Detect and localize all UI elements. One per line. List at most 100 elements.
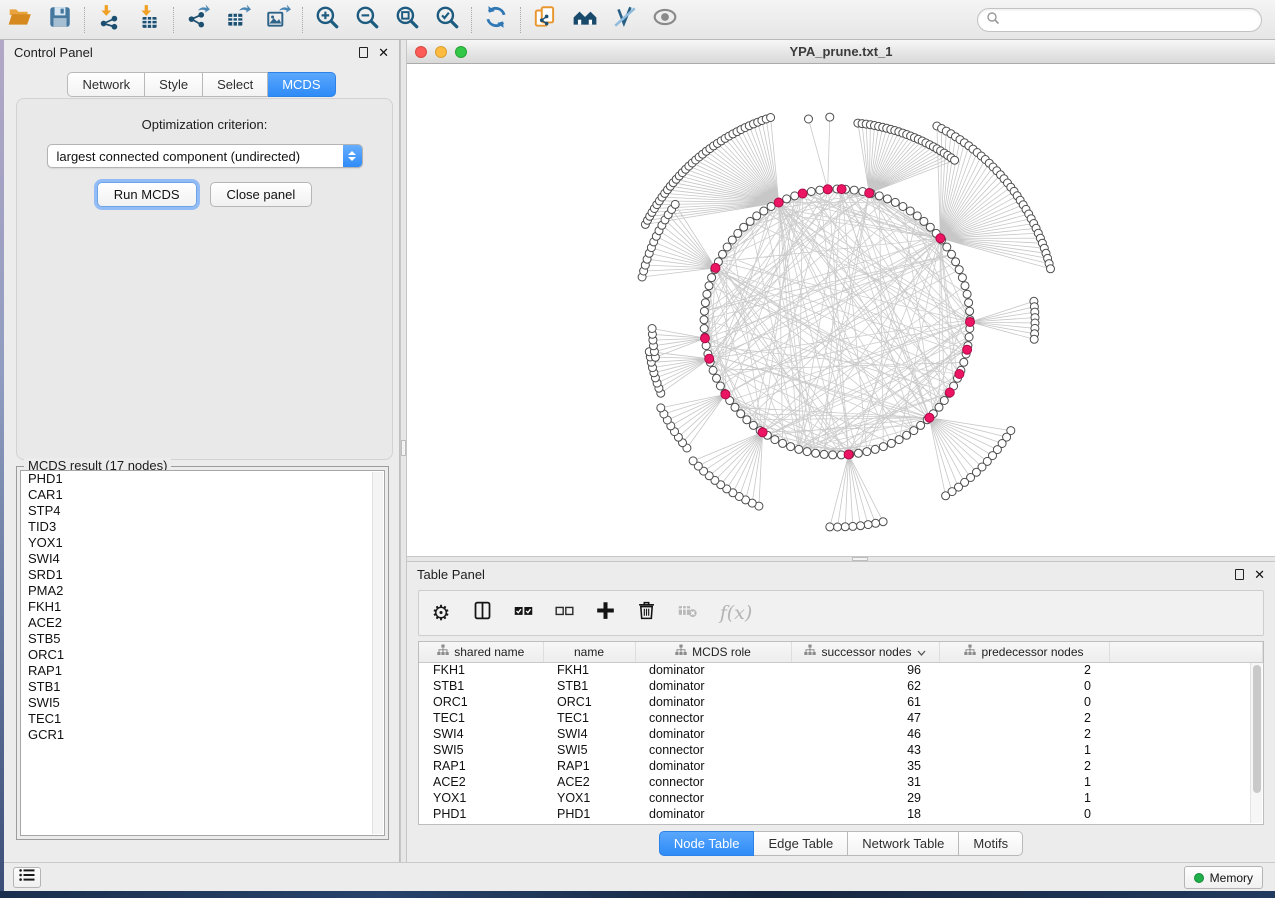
network-node[interactable]	[700, 325, 708, 333]
export-network-button[interactable]	[178, 3, 218, 37]
mcds-result-item[interactable]: RAP1	[21, 663, 384, 679]
vertical-splitter[interactable]	[400, 40, 407, 862]
network-node[interactable]	[952, 258, 960, 266]
network-hub-node[interactable]	[925, 413, 934, 422]
optimization-criterion-dropdown[interactable]: largest connected component (undirected)	[47, 144, 363, 168]
show-columns-button[interactable]	[470, 601, 494, 625]
mcds-result-item[interactable]: YOX1	[21, 535, 384, 551]
network-graph[interactable]	[407, 64, 1275, 556]
close-panel-icon[interactable]: ✕	[378, 46, 389, 59]
network-node[interactable]	[875, 192, 883, 200]
network-node[interactable]	[731, 403, 739, 411]
network-hub-node[interactable]	[844, 450, 853, 459]
network-hub-node[interactable]	[711, 263, 720, 272]
network-node[interactable]	[849, 522, 857, 530]
network-node[interactable]	[951, 156, 959, 164]
column-header-predecessor-nodes[interactable]: predecessor nodes	[939, 642, 1109, 662]
column-header-successor-nodes[interactable]: successor nodes	[791, 642, 939, 662]
table-row[interactable]: SWI4SWI4dominator462	[419, 726, 1263, 742]
network-node[interactable]	[743, 416, 751, 424]
network-node[interactable]	[895, 436, 903, 444]
import-network-button[interactable]	[89, 3, 129, 37]
mcds-result-item[interactable]: GCR1	[21, 727, 384, 743]
network-node[interactable]	[816, 186, 824, 194]
network-node[interactable]	[753, 212, 761, 220]
search-input[interactable]	[1005, 13, 1253, 27]
mcds-result-item[interactable]: FKH1	[21, 599, 384, 615]
refresh-button[interactable]	[476, 3, 516, 37]
mcds-result-item[interactable]: STP4	[21, 503, 384, 519]
network-node[interactable]	[709, 366, 717, 374]
network-node[interactable]	[791, 192, 799, 200]
network-node[interactable]	[705, 282, 713, 290]
table-settings-button[interactable]: ⚙	[429, 601, 453, 625]
network-node[interactable]	[829, 451, 837, 459]
network-hub-node[interactable]	[966, 318, 975, 327]
network-hub-node[interactable]	[963, 345, 972, 354]
network-hub-node[interactable]	[798, 189, 807, 198]
mcds-result-item[interactable]: SWI4	[21, 551, 384, 567]
network-node[interactable]	[746, 217, 754, 225]
export-image-button[interactable]	[258, 3, 298, 37]
table-row[interactable]: TEC1TEC1connector472	[419, 710, 1263, 726]
network-node[interactable]	[749, 421, 757, 429]
network-node[interactable]	[943, 243, 951, 251]
mcds-result-item[interactable]: ACE2	[21, 615, 384, 631]
save-session-button[interactable]	[40, 3, 80, 37]
network-node[interactable]	[899, 203, 907, 211]
network-node[interactable]	[734, 229, 742, 237]
vision-slash-button[interactable]	[605, 3, 645, 37]
network-node[interactable]	[841, 523, 849, 531]
network-node[interactable]	[872, 519, 880, 527]
network-hub-node[interactable]	[837, 185, 846, 194]
table-row[interactable]: ORC1ORC1dominator610	[419, 694, 1263, 710]
network-node[interactable]	[767, 114, 775, 122]
mcds-result-list[interactable]: PHD1CAR1STP4TID3YOX1SWI4SRD1PMA2FKH1ACE2…	[20, 470, 385, 836]
zoom-fit-button[interactable]	[387, 3, 427, 37]
network-node[interactable]	[1030, 335, 1038, 343]
table-row[interactable]: SWI5SWI5connector431	[419, 742, 1263, 758]
network-node[interactable]	[963, 290, 971, 298]
network-node[interactable]	[719, 250, 727, 258]
network-node[interactable]	[812, 449, 820, 457]
zoom-selected-button[interactable]	[427, 3, 467, 37]
float-panel-icon[interactable]	[359, 47, 368, 58]
network-node[interactable]	[965, 299, 973, 307]
network-node[interactable]	[740, 223, 748, 231]
network-node[interactable]	[910, 427, 918, 435]
network-node[interactable]	[723, 243, 731, 251]
unselect-all-columns-button[interactable]	[552, 601, 576, 625]
network-node[interactable]	[883, 195, 891, 203]
network-node[interactable]	[935, 403, 943, 411]
network-node[interactable]	[864, 521, 872, 529]
mcds-result-item[interactable]: STB1	[21, 679, 384, 695]
network-node[interactable]	[917, 421, 925, 429]
close-panel-icon[interactable]: ✕	[1254, 568, 1265, 581]
column-header-shared-name[interactable]: shared name	[419, 642, 543, 662]
network-node[interactable]	[795, 445, 803, 453]
network-window-titlebar[interactable]: YPA_prune.txt_1	[407, 40, 1275, 64]
eye-button[interactable]	[645, 3, 685, 37]
network-node[interactable]	[903, 431, 911, 439]
export-table-button[interactable]	[218, 3, 258, 37]
network-node[interactable]	[960, 358, 968, 366]
network-node[interactable]	[857, 522, 865, 530]
network-node[interactable]	[713, 374, 721, 382]
zoom-out-button[interactable]	[347, 3, 387, 37]
network-node[interactable]	[913, 212, 921, 220]
function-builder-button[interactable]: f(x)	[716, 601, 756, 625]
network-hub-node[interactable]	[705, 354, 714, 363]
network-hub-node[interactable]	[721, 390, 730, 399]
mcds-result-item[interactable]: CAR1	[21, 487, 384, 503]
network-node[interactable]	[940, 397, 948, 405]
window-minimize-icon[interactable]	[435, 46, 447, 58]
close-panel-button[interactable]: Close panel	[210, 182, 313, 207]
search-box[interactable]	[977, 8, 1262, 32]
tab-edge-table[interactable]: Edge Table	[754, 831, 848, 856]
network-node[interactable]	[700, 307, 708, 315]
table-row[interactable]: STB1STB1dominator620	[419, 678, 1263, 694]
table-row[interactable]: RAP1RAP1dominator352	[419, 758, 1263, 774]
network-node[interactable]	[826, 113, 834, 121]
mcds-result-item[interactable]: PHD1	[21, 471, 384, 487]
network-node[interactable]	[779, 439, 787, 447]
